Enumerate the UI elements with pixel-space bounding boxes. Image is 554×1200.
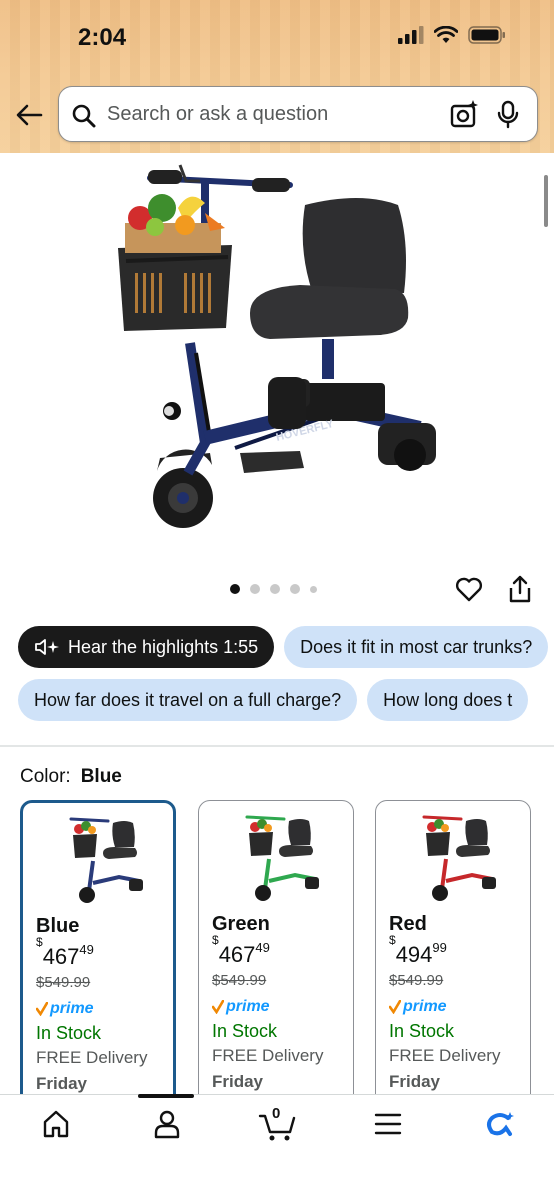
cart-count: 0	[272, 1105, 281, 1122]
product-image[interactable]: HOVERFLY	[0, 153, 554, 573]
search-icon	[72, 104, 96, 128]
prime-text: prime	[403, 998, 447, 1015]
list-price: $549.99	[212, 972, 267, 989]
scooter-image: HOVERFLY	[118, 164, 436, 528]
question-chip[interactable]: How long does t	[367, 679, 529, 721]
home-icon[interactable]	[40, 1108, 72, 1140]
highlights-chip-row: Hear the highlights 1:55 Does it fit in …	[18, 626, 549, 668]
prime-badge: prime	[389, 998, 447, 1016]
price-cents: 99	[432, 940, 447, 955]
signal-icon	[398, 26, 424, 44]
question-chip[interactable]: How far does it travel on a full charge?	[18, 679, 358, 721]
currency-symbol: $	[212, 932, 219, 947]
chip-label: How long does t	[383, 689, 513, 710]
questions-chip-row: How far does it travel on a full charge?…	[18, 679, 529, 721]
heart-icon[interactable]	[454, 574, 484, 604]
status-icons	[398, 26, 506, 44]
active-tab-indicator	[138, 1094, 194, 1098]
question-chip[interactable]: Does it fit in most car trunks?	[284, 626, 549, 668]
prime-check-icon	[389, 1000, 401, 1014]
delivery-text: FREE Delivery	[36, 1048, 148, 1067]
currency-symbol: $	[389, 932, 396, 947]
stock-status: In Stock	[36, 1023, 102, 1043]
battery-icon	[468, 26, 505, 44]
variant-thumbnail	[245, 815, 319, 901]
account-icon[interactable]	[151, 1108, 183, 1140]
pager-dot[interactable]	[270, 584, 280, 594]
prime-check-icon	[212, 1000, 224, 1014]
stock-status: In Stock	[389, 1021, 455, 1041]
camera-ai-icon[interactable]	[449, 100, 479, 130]
back-arrow-icon[interactable]	[14, 100, 44, 130]
variant-thumbnail	[69, 817, 143, 903]
list-price: $549.99	[36, 974, 91, 991]
price-whole: 467	[218, 942, 256, 967]
price-whole: 494	[395, 942, 433, 967]
variant-thumbnail	[422, 815, 496, 901]
search-input[interactable]: Search or ask a question	[58, 86, 538, 142]
chip-label: Hear the highlights 1:55	[68, 636, 259, 657]
share-icon[interactable]	[507, 574, 533, 604]
status-time: 2:04	[78, 24, 127, 51]
variant-price: $46749	[36, 935, 94, 970]
hear-highlights-chip[interactable]: Hear the highlights 1:55	[18, 626, 275, 668]
price-whole: 467	[42, 944, 80, 969]
stock-status: In Stock	[212, 1021, 278, 1041]
menu-icon[interactable]	[372, 1108, 404, 1140]
delivery-day: Friday	[212, 1072, 264, 1091]
variant-price: $46749	[212, 933, 270, 968]
color-label-text: Color:	[20, 766, 71, 787]
chip-label: How far does it travel on a full charge?	[34, 689, 342, 710]
color-label: Color: Blue	[20, 766, 122, 788]
currency-symbol: $	[36, 934, 43, 949]
pager-dot-active[interactable]	[230, 584, 240, 594]
rufus-icon[interactable]	[482, 1108, 516, 1140]
prime-badge: prime	[212, 998, 270, 1016]
pager-dot[interactable]	[310, 585, 317, 593]
delivery-day: Friday	[36, 1074, 88, 1093]
variant-card-green[interactable]: Green $46749 $549.99 prime In Stock FREE…	[198, 800, 354, 1110]
pager-dot[interactable]	[250, 584, 260, 594]
prime-text: prime	[50, 1000, 94, 1017]
variant-card-blue[interactable]: Blue $46749 $549.99 prime In Stock FREE …	[20, 800, 176, 1110]
image-pager[interactable]	[230, 584, 317, 594]
delivery-text: FREE Delivery	[212, 1046, 324, 1065]
cart-button[interactable]: 0	[258, 1105, 298, 1142]
wifi-icon	[434, 26, 458, 43]
mic-icon[interactable]	[495, 100, 521, 130]
list-price: $549.99	[389, 972, 444, 989]
prime-text: prime	[226, 998, 270, 1015]
delivery-text: FREE Delivery	[389, 1046, 501, 1065]
price-cents: 49	[255, 940, 270, 955]
pager-dot[interactable]	[290, 584, 300, 594]
variant-price: $49499	[389, 933, 447, 968]
variant-name: Green	[212, 913, 270, 935]
section-divider	[0, 745, 554, 747]
price-cents: 49	[79, 942, 94, 957]
search-placeholder: Search or ask a question	[107, 103, 329, 125]
selected-color-value: Blue	[80, 766, 122, 787]
chip-label: Does it fit in most car trunks?	[300, 636, 533, 657]
scroll-indicator	[544, 175, 548, 227]
speaker-sparkle-icon	[34, 638, 60, 656]
delivery-day: Friday	[389, 1072, 441, 1091]
app-header: 2:04 Search or ask a question	[0, 0, 554, 153]
variant-card-red[interactable]: Red $49499 $549.99 prime In Stock FREE D…	[375, 800, 531, 1110]
prime-badge: prime	[36, 1000, 94, 1018]
prime-check-icon	[36, 1002, 48, 1016]
